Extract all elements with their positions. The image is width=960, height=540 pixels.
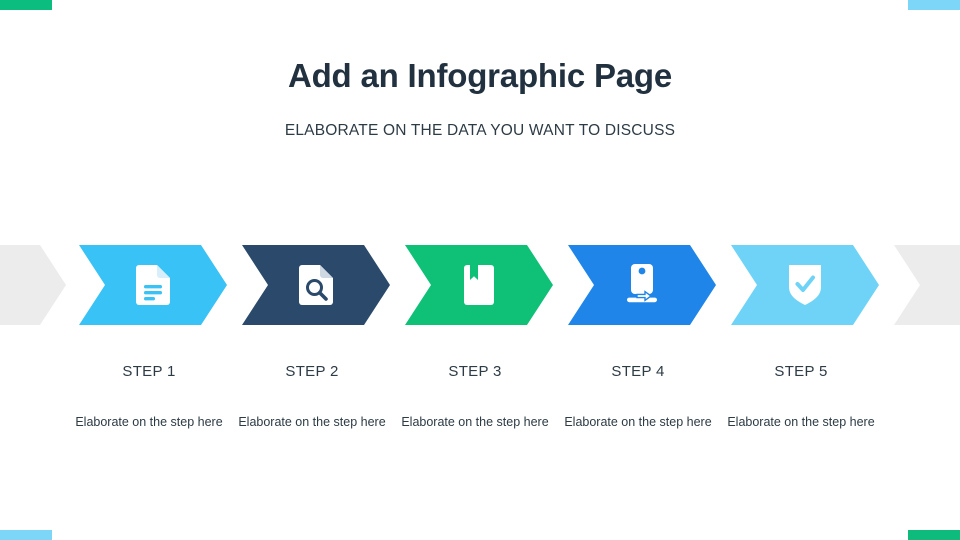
step-title: STEP 1 bbox=[122, 363, 176, 380]
step-description: Elaborate on the step here bbox=[727, 415, 875, 429]
step-description: Elaborate on the step here bbox=[238, 415, 386, 429]
step-description: Elaborate on the step here bbox=[401, 415, 549, 429]
chevron-step-5[interactable] bbox=[731, 245, 879, 325]
step-title: STEP 5 bbox=[774, 363, 828, 380]
chevron-step-4[interactable] bbox=[568, 245, 716, 325]
chevron-tail-right bbox=[894, 245, 960, 325]
page-subtitle: ELABORATE ON THE DATA YOU WANT TO DISCUS… bbox=[284, 121, 676, 139]
document-search-icon bbox=[299, 265, 333, 305]
step-title: STEP 3 bbox=[448, 363, 502, 380]
corner-bar-top-left bbox=[0, 0, 52, 10]
step-label-column-4: STEP 4 Elaborate on the step here bbox=[557, 363, 720, 431]
document-icon bbox=[136, 265, 170, 305]
step-description: Elaborate on the step here bbox=[75, 415, 223, 429]
presentation-screen-icon bbox=[625, 264, 659, 306]
chevron-tail-left bbox=[0, 245, 66, 325]
chevron-step-3[interactable] bbox=[405, 245, 553, 325]
step-label-column-5: STEP 5 Elaborate on the step here bbox=[720, 363, 883, 431]
chevron-step-1[interactable] bbox=[79, 245, 227, 325]
step-label-column-2: STEP 2 Elaborate on the step here bbox=[231, 363, 394, 431]
chevron-step-2[interactable] bbox=[242, 245, 390, 325]
step-label-column-1: STEP 1 Elaborate on the step here bbox=[68, 363, 231, 431]
corner-bar-top-right bbox=[908, 0, 960, 10]
step-labels: STEP 1 Elaborate on the step here STEP 2 El… bbox=[0, 363, 960, 463]
step-label-column-3: STEP 3 Elaborate on the step here bbox=[394, 363, 557, 431]
header: Add an Infographic Page ELABORATE ON THE… bbox=[0, 56, 960, 140]
chevron-band bbox=[0, 245, 960, 325]
shield-check-icon bbox=[789, 265, 821, 305]
page-title: Add an Infographic Page bbox=[287, 57, 673, 94]
step-title: STEP 4 bbox=[611, 363, 665, 380]
corner-bar-bottom-left bbox=[0, 530, 52, 540]
corner-bar-bottom-right bbox=[908, 530, 960, 540]
bookmark-book-icon bbox=[464, 265, 494, 305]
step-description: Elaborate on the step here bbox=[564, 415, 712, 429]
step-title: STEP 2 bbox=[285, 363, 339, 380]
